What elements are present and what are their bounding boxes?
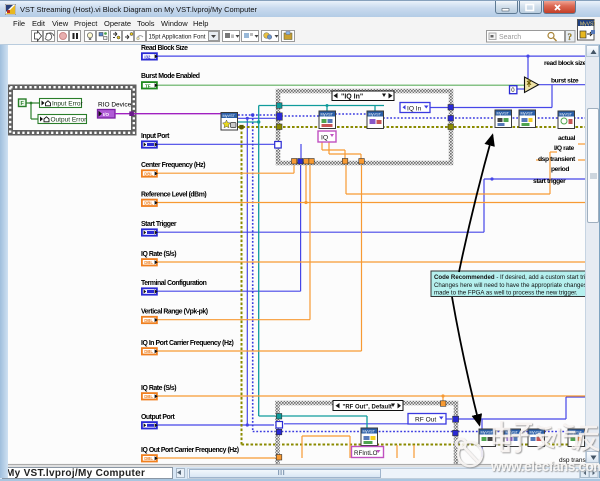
svg-text:IQ Rate (S/s): IQ Rate (S/s) [141, 385, 176, 392]
svg-text:actual: actual [558, 135, 575, 142]
svg-text:"RF Out", Default: "RF Out", Default [343, 404, 392, 410]
svg-text:RIO Device: RIO Device [98, 102, 132, 109]
svg-text:I/O: I/O [103, 112, 110, 117]
svg-text:15pt Application Font: 15pt Application Font [149, 33, 206, 40]
svg-text:Start Trigger: Start Trigger [141, 221, 177, 228]
svg-text:read block size: read block size [544, 60, 587, 67]
svg-text:I/Q rate: I/Q rate [554, 145, 575, 152]
svg-text:IQ: IQ [321, 135, 328, 142]
svg-text:made to the FPGA as well to pr: made to the FPGA as well to process the … [434, 290, 578, 297]
svg-text:IQ In: IQ In [407, 105, 422, 112]
svg-text:Reference Level (dBm): Reference Level (dBm) [141, 192, 206, 199]
svg-text:Center Frequency (Hz): Center Frequency (Hz) [141, 162, 205, 169]
svg-text:"IQ In": "IQ In" [341, 94, 363, 101]
svg-text:Input Error: Input Error [52, 101, 84, 108]
svg-text:Burst Mode Enabled: Burst Mode Enabled [141, 73, 200, 80]
svg-text:Input Port: Input Port [141, 133, 170, 140]
svg-text:MyVST: MyVST [580, 22, 595, 28]
svg-text:dsp transient: dsp transient [538, 156, 576, 163]
svg-text:Output Error: Output Error [51, 117, 88, 124]
svg-text:Terminal Configuration: Terminal Configuration [141, 280, 207, 287]
svg-text:Code Recommended - If desired,: Code Recommended - If desired, add a cus… [434, 274, 585, 281]
svg-text:Read Block Size: Read Block Size [141, 45, 188, 52]
svg-text:start trigger: start trigger [533, 178, 566, 185]
svg-text:Vertical Range (Vpk-pk): Vertical Range (Vpk-pk) [141, 309, 208, 316]
svg-text:?: ? [568, 32, 573, 42]
svg-text:burst size: burst size [551, 78, 579, 85]
svg-text:IQ In Port Carrier Frequency (: IQ In Port Carrier Frequency (Hz) [141, 340, 234, 347]
svg-text:period: period [551, 166, 569, 173]
svg-text:Changes here will need to have: Changes here will need to have the appro… [434, 282, 587, 289]
svg-text:IQ Out Port Carrier Frequency: IQ Out Port Carrier Frequency (Hz) [141, 447, 239, 454]
svg-text:Search: Search [499, 34, 521, 41]
svg-text:RF Out: RF Out [415, 417, 436, 424]
svg-text:Output Port: Output Port [141, 414, 175, 421]
svg-text:RFIntLO: RFIntLO [354, 450, 378, 457]
svg-text:IQ Rate (S/s): IQ Rate (S/s) [141, 251, 176, 258]
